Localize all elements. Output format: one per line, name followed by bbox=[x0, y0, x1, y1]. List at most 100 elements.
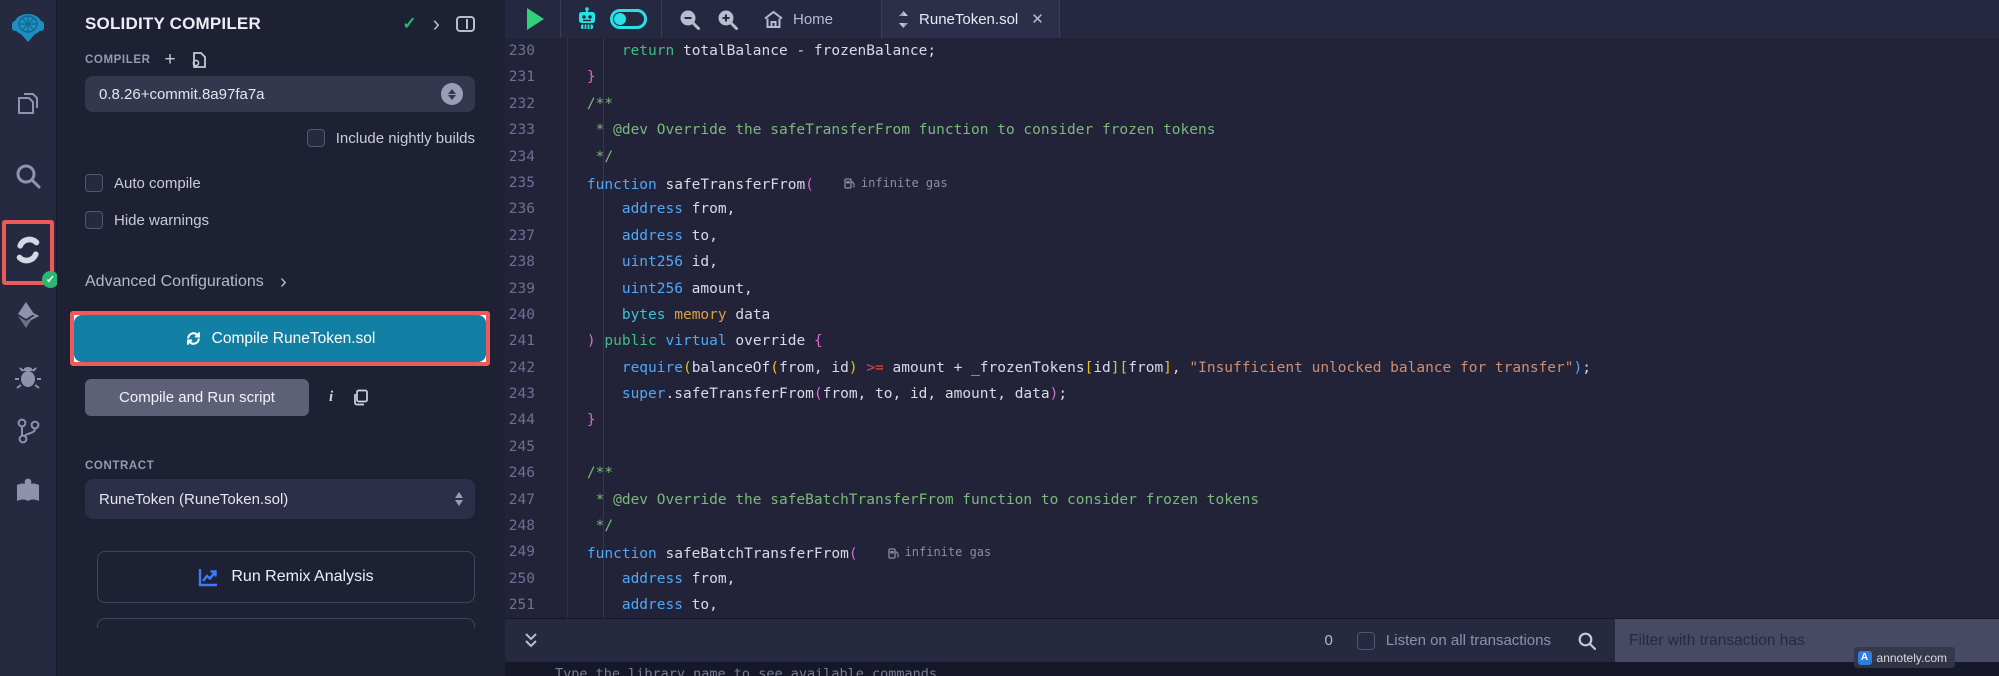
line-number: 244 bbox=[505, 407, 551, 433]
line-number: 238 bbox=[505, 249, 551, 275]
file-explorer-icon[interactable] bbox=[12, 88, 44, 120]
watermark-logo: A bbox=[1858, 651, 1872, 665]
copy-icon[interactable] bbox=[353, 389, 369, 406]
line-number: 235 bbox=[505, 170, 551, 196]
line-number: 231 bbox=[505, 64, 551, 90]
compile-and-run-button[interactable]: Compile and Run script bbox=[85, 379, 309, 416]
code-line: 244 } bbox=[505, 407, 1999, 433]
run-remix-analysis-button[interactable]: Run Remix Analysis bbox=[97, 551, 475, 603]
terminal-bar: 0 Listen on all transactions bbox=[505, 618, 1999, 662]
select-arrows-icon bbox=[455, 492, 463, 506]
line-number: 233 bbox=[505, 117, 551, 143]
code-line: 250 address from, bbox=[505, 566, 1999, 592]
ai-toggle-switch[interactable] bbox=[610, 9, 647, 29]
deploy-run-icon[interactable] bbox=[12, 299, 44, 331]
code-content: 230 return totalBalance - frozenBalance;… bbox=[505, 38, 1999, 618]
listen-all-transactions-checkbox[interactable] bbox=[1357, 632, 1375, 650]
line-number: 248 bbox=[505, 513, 551, 539]
remix-logo-icon[interactable] bbox=[6, 8, 50, 52]
auto-compile-checkbox[interactable] bbox=[85, 174, 103, 192]
code-line: 242 require(balanceOf(from, id) >= amoun… bbox=[505, 355, 1999, 381]
line-number: 247 bbox=[505, 487, 551, 513]
compile-annotation-box: Compile RuneToken.sol bbox=[70, 311, 490, 366]
gas-estimate-annotation: infinite gas bbox=[844, 170, 948, 196]
contract-select[interactable]: RuneToken (RuneToken.sol) bbox=[85, 479, 475, 519]
hide-warnings-checkbox[interactable] bbox=[85, 211, 103, 229]
tab-runetoken-sol[interactable]: RuneToken.sol ✕ bbox=[881, 0, 1060, 38]
code-line: 243 super.safeTransferFrom(from, to, id,… bbox=[505, 381, 1999, 407]
code-line: 232 /** bbox=[505, 91, 1999, 117]
close-tab-icon[interactable]: ✕ bbox=[1031, 10, 1044, 28]
compile-success-check-icon: ✓ bbox=[402, 14, 416, 34]
code-line: 231 } bbox=[505, 64, 1999, 90]
line-number: 236 bbox=[505, 196, 551, 222]
watermark: A annotely.com bbox=[1854, 647, 1955, 668]
home-icon bbox=[763, 10, 784, 29]
debugger-icon[interactable] bbox=[12, 361, 44, 393]
code-line: 247 * @dev Override the safeBatchTransfe… bbox=[505, 487, 1999, 513]
code-line: 241 ) public virtual override { bbox=[505, 328, 1999, 354]
line-number: 232 bbox=[505, 91, 551, 117]
line-number: 230 bbox=[505, 38, 551, 64]
panel-title: SOLIDITY COMPILER bbox=[85, 14, 402, 34]
code-line: 235 function safeTransferFrom(infinite g… bbox=[505, 170, 1999, 196]
terminal: 0 Listen on all transactions Type the li… bbox=[505, 618, 1999, 676]
line-number: 239 bbox=[505, 276, 551, 302]
solidity-file-icon bbox=[897, 11, 910, 28]
code-line: 251 address to, bbox=[505, 592, 1999, 618]
tab-home[interactable]: Home bbox=[763, 10, 833, 29]
code-line: 248 */ bbox=[505, 513, 1999, 539]
remix-logo bbox=[8, 10, 48, 50]
line-number: 249 bbox=[505, 539, 551, 565]
learneth-icon[interactable] bbox=[12, 475, 44, 507]
code-line: 237 address to, bbox=[505, 223, 1999, 249]
code-line: 239 uint256 amount, bbox=[505, 276, 1999, 302]
chevron-right-icon[interactable]: › bbox=[433, 13, 440, 35]
terminal-search-icon[interactable] bbox=[1577, 631, 1597, 651]
info-icon[interactable]: i bbox=[329, 389, 333, 406]
compile-button[interactable]: Compile RuneToken.sol bbox=[74, 315, 486, 362]
zoom-out-icon[interactable] bbox=[678, 8, 701, 31]
zoom-in-icon[interactable] bbox=[716, 8, 739, 31]
add-compiler-icon[interactable]: + bbox=[165, 50, 176, 69]
pin-panel-icon[interactable] bbox=[456, 16, 475, 32]
compiler-version-select[interactable]: 0.8.26+commit.8a97fa7a bbox=[85, 76, 475, 112]
nightly-builds-checkbox[interactable] bbox=[307, 129, 325, 147]
chart-line-icon bbox=[198, 567, 219, 587]
solidity-compiler-panel: SOLIDITY COMPILER ✓ › COMPILER + 0.8.26+… bbox=[57, 0, 505, 676]
line-number: 241 bbox=[505, 328, 551, 354]
line-number: 240 bbox=[505, 302, 551, 328]
expand-terminal-icon[interactable] bbox=[523, 632, 539, 649]
code-line: 233 * @dev Override the safeTransferFrom… bbox=[505, 117, 1999, 143]
listen-all-transactions-label: Listen on all transactions bbox=[1386, 632, 1551, 649]
ai-assistant-icon[interactable] bbox=[574, 7, 600, 31]
import-compiler-icon[interactable] bbox=[190, 51, 207, 69]
line-number: 242 bbox=[505, 355, 551, 381]
line-number: 245 bbox=[505, 434, 551, 460]
contract-select-value: RuneToken (RuneToken.sol) bbox=[99, 491, 455, 508]
nightly-builds-label: Include nightly builds bbox=[336, 130, 475, 147]
git-icon[interactable] bbox=[12, 415, 44, 447]
code-editor[interactable]: 230 return totalBalance - frozenBalance;… bbox=[505, 38, 1999, 618]
home-tab-label: Home bbox=[793, 11, 833, 28]
file-tab-label: RuneToken.sol bbox=[919, 11, 1018, 28]
compiler-section-label: COMPILER bbox=[85, 54, 151, 66]
code-line: 234 */ bbox=[505, 144, 1999, 170]
editor-toolbar: Home RuneToken.sol ✕ bbox=[505, 0, 1999, 38]
line-number: 243 bbox=[505, 381, 551, 407]
contract-section-label: CONTRACT bbox=[85, 460, 475, 472]
cutoff-button[interactable] bbox=[97, 618, 475, 628]
advanced-configurations-toggle[interactable]: Advanced Configurations › bbox=[85, 272, 475, 292]
line-number: 234 bbox=[505, 144, 551, 170]
line-number: 250 bbox=[505, 566, 551, 592]
search-icon[interactable] bbox=[12, 160, 44, 192]
solidity-compiler-icon[interactable]: ✓ bbox=[6, 224, 50, 281]
code-line: 236 address from, bbox=[505, 196, 1999, 222]
remix-ide-app: ✓ SOLIDITY COMPILER ✓ › COMPILER + bbox=[0, 0, 1999, 676]
run-script-button[interactable] bbox=[527, 8, 544, 30]
compiler-version-value: 0.8.26+commit.8a97fa7a bbox=[99, 86, 441, 103]
code-line: 246 /** bbox=[505, 460, 1999, 486]
auto-compile-label: Auto compile bbox=[114, 175, 201, 192]
compile-button-label: Compile RuneToken.sol bbox=[212, 330, 376, 348]
code-line: 240 bytes memory data bbox=[505, 302, 1999, 328]
